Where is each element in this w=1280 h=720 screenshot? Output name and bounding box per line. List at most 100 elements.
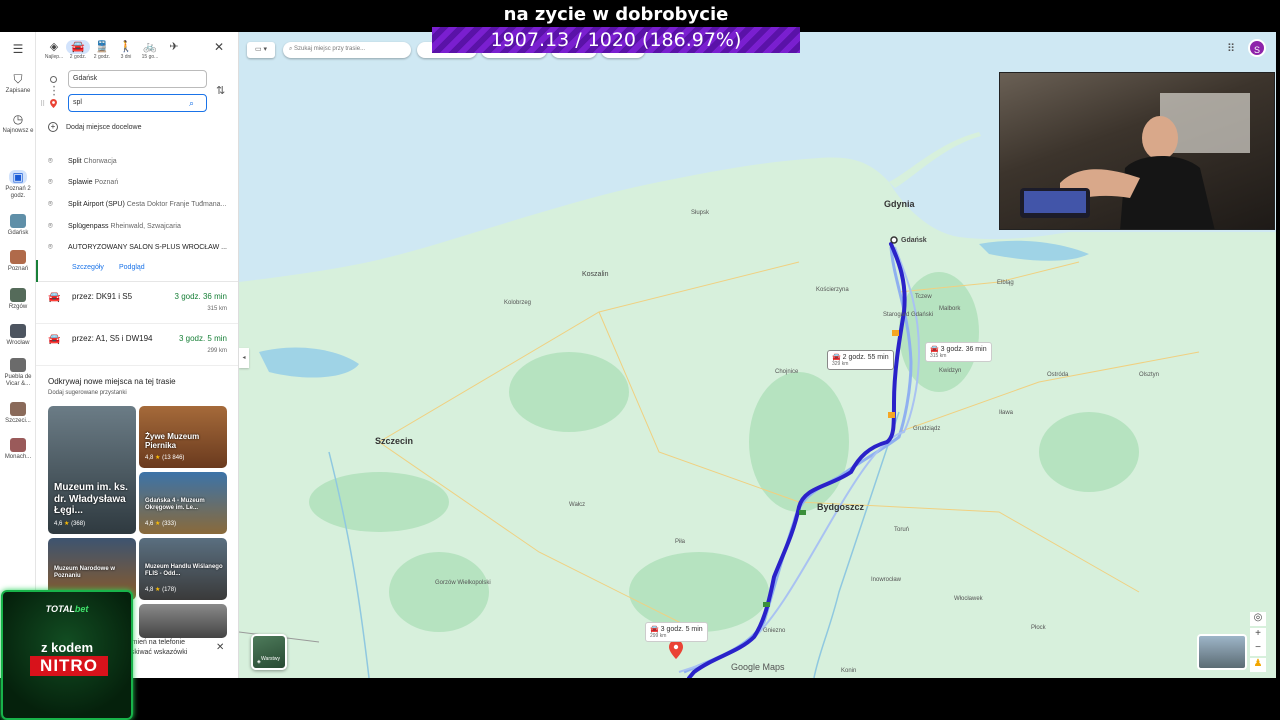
card-title: Muzeum Handlu Wiślanego FLIS - Odd... [145, 564, 223, 577]
mode-bike[interactable]: 🚲 15 go... [138, 40, 162, 60]
suggestion-item-2[interactable]: ⌾ Split Airport (SPU) Cesta Doktor Franje… [48, 199, 238, 209]
search-icon[interactable]: ⌕ [189, 98, 194, 109]
route-option-0[interactable]: 🚘 przez: DK91 i S5 3 godz. 36 min 315 km [36, 284, 238, 324]
route-label-time: 2 godz. 55 min [842, 354, 889, 361]
close-directions-button[interactable]: ✕ [214, 40, 224, 54]
swap-directions-icon[interactable]: ⇅ [216, 84, 225, 97]
destination-marker-dot [673, 644, 679, 650]
route-label-0[interactable]: 🚘 2 godz. 55 min 329 km [827, 350, 894, 370]
hamburger-menu-icon: ☰ [12, 42, 24, 56]
town-label: Kolobrzeg [504, 300, 532, 306]
rail-history-item-2[interactable]: Poznań [0, 250, 36, 273]
mode-label: 15 go... [141, 54, 159, 60]
close-notice-button[interactable]: ✕ [216, 642, 224, 653]
card-title: Muzeum Narodowe w Poznaniu [54, 566, 116, 579]
layers-button[interactable]: ◈ Warstwy [251, 634, 287, 670]
directions-panel: ◈ Najlep... 🚘 2 godz. 🚆 2 godz. 🚶 3 dni 🚲 15 … [36, 32, 239, 678]
route-option-1[interactable]: 🚘 przez: A1, S5 i DW194 3 godz. 5 min 29… [36, 326, 238, 366]
route-label-1[interactable]: 🚘 3 godz. 36 min 315 km [925, 342, 992, 362]
route-label-2[interactable]: 🚘 3 godz. 5 min 299 km [645, 622, 708, 642]
rail-history-label: Wrocław [6, 340, 30, 346]
drag-handle-icon[interactable]: ⠿ [40, 100, 45, 108]
rail-history-label: Rzgów [8, 304, 28, 310]
suggestion-item-1[interactable]: ⌾ Splawie Poznań [48, 177, 238, 187]
mode-flight[interactable]: ✈ [162, 40, 186, 54]
card-rating: 4,6 ★ (368) [54, 520, 85, 527]
place-card-5[interactable] [139, 604, 227, 638]
car-icon: 🚘 [832, 354, 841, 361]
menu-button[interactable]: ☰ [0, 42, 36, 58]
place-card-1[interactable]: Żywe Muzeum Piernika 4,8 ★ (13 846) [139, 406, 227, 468]
suggestion-item-0[interactable]: ⌾ Split Chorwacja [48, 156, 238, 166]
destination-input[interactable]: spl [68, 94, 207, 112]
car-icon: ▣ [9, 170, 27, 184]
town-label: Płock [1031, 625, 1046, 631]
search-placeholder: Szukaj miejsc przy trasie... [294, 46, 366, 52]
travel-mode-bar: ◈ Najlep... 🚘 2 godz. 🚆 2 godz. 🚶 3 dni 🚲 15 … [42, 40, 238, 66]
car-icon: 🚘 [930, 346, 939, 353]
account-avatar[interactable]: S [1248, 39, 1266, 57]
rail-history-label: Monach... [4, 454, 32, 460]
origin-marker[interactable] [890, 236, 898, 244]
review-count: (368) [71, 521, 86, 527]
tab-preview[interactable]: Podgląd [119, 264, 145, 271]
review-count: (13 846) [162, 455, 185, 461]
location-pin-icon: ⌾ [48, 221, 53, 230]
rail-history-item-1[interactable]: Gdańsk [0, 214, 36, 237]
my-location-button[interactable]: ◎ [1250, 612, 1266, 626]
screen-root: ☰ ⛉ Zapisane ◷ Najnowsz e ▣ Poznań 2 godz. … [0, 0, 1280, 720]
streamer-silhouette [1020, 93, 1250, 229]
city-label-szczecin: Szczecin [375, 436, 414, 446]
town-label: Włocławek [954, 596, 983, 602]
rail-history-item-5[interactable]: Puebla de Vicar &... [0, 358, 36, 388]
destination-pin-icon [50, 99, 57, 108]
sponsor-ad-overlay: TOTALbet z kodem NITRO [1, 590, 133, 720]
rail-history-item-7[interactable]: Monach... [0, 438, 36, 461]
location-pin-icon: ⌾ [48, 177, 53, 186]
car-icon: 🚘 [48, 334, 61, 345]
star-icon: ★ [155, 455, 161, 461]
star-icon: ★ [155, 587, 161, 593]
tab-indicator [36, 260, 38, 282]
town-label: Elbląg [997, 280, 1014, 286]
route-label-distance: 329 km [832, 361, 849, 367]
route-time: 3 godz. 36 min [174, 292, 227, 301]
origin-input[interactable]: Gdańsk [68, 70, 207, 88]
place-thumbnail [10, 250, 26, 264]
history-icon: ◷ [12, 112, 24, 126]
search-along-route-input[interactable]: ⌕ Szukaj miejsc przy trasie... [283, 42, 411, 58]
webcam-overlay [999, 72, 1275, 230]
sidebar-toggle-button[interactable]: ▭ ▾ [247, 42, 275, 58]
google-maps-attribution: Google Maps [731, 662, 785, 672]
suggestion-item-3[interactable]: ⌾ Splügenpass Rheinwald, Szwajcaria [48, 221, 238, 231]
discover-subtitle: Dodaj sugerowane przystanki [48, 390, 127, 396]
place-card-4[interactable]: Muzeum Handlu Wiślanego FLIS - Odd... 4,… [139, 538, 227, 600]
tab-details[interactable]: Szczegóły [72, 264, 104, 271]
origin-dot-icon [50, 76, 57, 83]
suggestion-sub: Rheinwald, Szwajcaria [110, 223, 181, 230]
apps-grid-icon[interactable]: ⠿ [1227, 42, 1235, 55]
route-time: 3 godz. 5 min [178, 334, 227, 343]
card-rating: 4,6 ★ (333) [145, 520, 176, 527]
place-card-2[interactable]: Gdańska 4 - Muzeum Okręgowe im. Le... 4,… [139, 472, 227, 534]
collapse-panel-button[interactable]: ◂ [239, 348, 249, 368]
zoom-in-button[interactable]: + [1250, 628, 1266, 642]
rail-history-item-4[interactable]: Wrocław [0, 324, 36, 347]
ad-promo-code: NITRO [30, 656, 108, 676]
add-destination-button[interactable]: + Dodaj miejsce docelowe [48, 122, 141, 132]
suggestion-main: Split [68, 158, 82, 165]
suggestion-item-4[interactable]: ⌾ AUTORYZOWANY SALON S-PLUS WROCŁAW ... [48, 242, 238, 252]
location-pin-icon: ⌾ [48, 199, 53, 208]
city-label-koszalin: Koszalin [582, 271, 609, 278]
pegman-button[interactable]: ♟ [1250, 658, 1266, 672]
saved-button[interactable]: ⛉ Zapisane [0, 72, 36, 95]
street-view-thumbnail[interactable] [1197, 634, 1247, 670]
zoom-out-button[interactable]: − [1250, 642, 1266, 656]
rail-history-item-3[interactable]: Rzgów [0, 288, 36, 311]
rail-history-item-0[interactable]: ▣ Poznań 2 godz. [0, 170, 36, 200]
place-card-0[interactable]: Muzeum im. ks. dr. Władysława Łęgi... 4,… [48, 406, 136, 534]
recent-button[interactable]: ◷ Najnowsz e [0, 112, 36, 135]
suggestion-main: Splügenpass [68, 223, 109, 230]
rail-history-item-6[interactable]: Szczeci... [0, 402, 36, 425]
city-label-bydgoszcz: Bydgoszcz [817, 502, 865, 512]
